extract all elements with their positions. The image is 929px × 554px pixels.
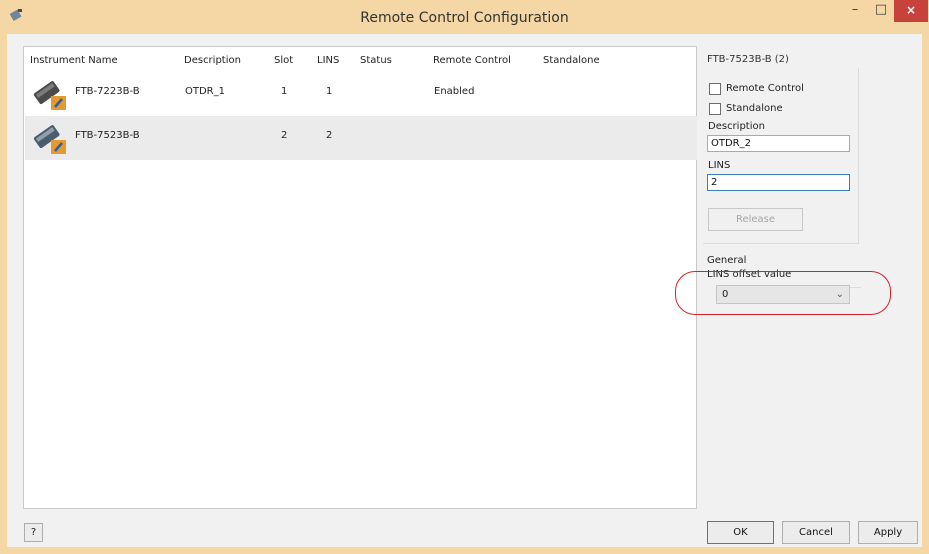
minimize-button[interactable]: –: [842, 0, 868, 22]
instrument-lins: 1: [326, 86, 333, 97]
column-header-lins[interactable]: LINS: [317, 55, 339, 66]
instrument-slot: 1: [281, 86, 288, 97]
column-header-status[interactable]: Status: [360, 55, 392, 66]
column-header-remote-control[interactable]: Remote Control: [433, 55, 511, 66]
instrument-remote-control: Enabled: [434, 86, 475, 97]
window: Remote Control Configuration – □ × Instr…: [0, 0, 929, 554]
ok-button[interactable]: OK: [707, 521, 774, 544]
table-row[interactable]: FTB-7523B-B 2 2: [25, 116, 697, 160]
instrument-description: OTDR_1: [185, 86, 225, 97]
instrument-module-icon: [33, 81, 66, 110]
column-header-slot[interactable]: Slot: [274, 55, 293, 66]
dialog-body: Instrument Name Description Slot LINS St…: [7, 34, 922, 547]
maximize-button[interactable]: □: [868, 0, 894, 22]
instrument-slot: 2: [281, 130, 288, 141]
standalone-label[interactable]: Standalone: [726, 103, 783, 114]
instrument-name: FTB-7223B-B: [75, 86, 140, 97]
column-header-instrument-name[interactable]: Instrument Name: [30, 55, 118, 66]
column-header-description[interactable]: Description: [184, 55, 241, 66]
instrument-lins: 2: [326, 130, 333, 141]
release-button[interactable]: Release: [708, 208, 803, 231]
description-field[interactable]: OTDR_2: [707, 135, 850, 152]
help-button[interactable]: ?: [24, 523, 43, 542]
selected-instrument-title: FTB-7523B-B (2): [707, 54, 789, 65]
title-bar[interactable]: Remote Control Configuration – □ ×: [0, 0, 929, 34]
callout-highlight: [675, 271, 891, 315]
apply-button[interactable]: Apply: [858, 521, 918, 544]
remote-control-checkbox[interactable]: [709, 83, 721, 95]
table-row[interactable]: FTB-7223B-B OTDR_1 1 1 Enabled: [25, 72, 697, 116]
remote-control-label[interactable]: Remote Control: [726, 83, 804, 94]
lins-label: LINS: [708, 160, 731, 171]
column-header-standalone[interactable]: Standalone: [543, 55, 600, 66]
cancel-button[interactable]: Cancel: [782, 521, 850, 544]
description-label: Description: [708, 121, 765, 132]
lins-field[interactable]: 2: [707, 174, 850, 191]
instrument-list[interactable]: Instrument Name Description Slot LINS St…: [23, 46, 697, 509]
general-section-label: General: [707, 255, 747, 266]
close-button[interactable]: ×: [894, 0, 928, 22]
standalone-checkbox[interactable]: [709, 103, 721, 115]
instrument-module-icon: [33, 125, 66, 154]
window-title: Remote Control Configuration: [360, 10, 569, 26]
instrument-name: FTB-7523B-B: [75, 130, 140, 141]
